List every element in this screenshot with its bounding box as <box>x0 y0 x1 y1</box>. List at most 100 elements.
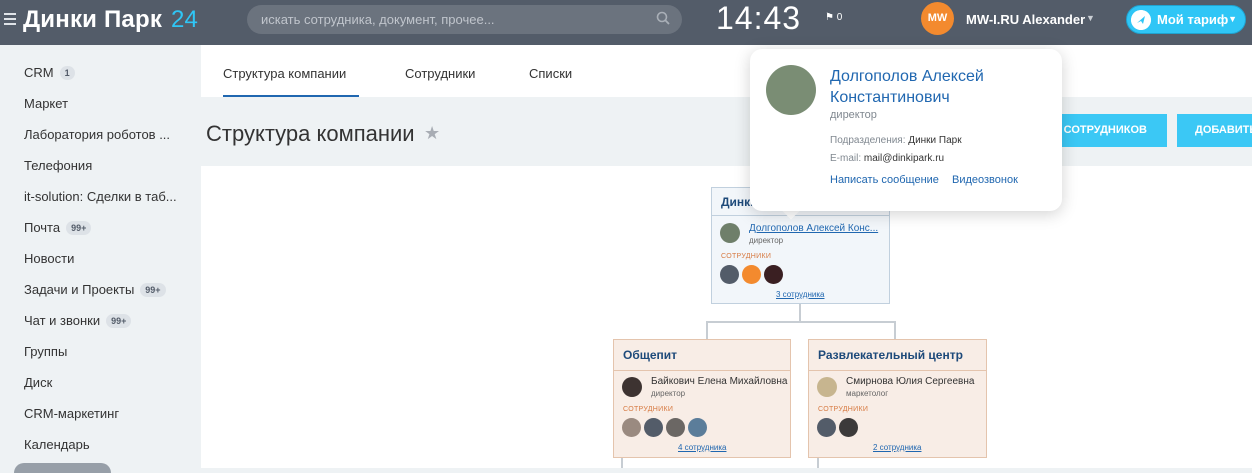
user-name[interactable]: MW-I.RU Alexander <box>966 12 1085 27</box>
sidebar: CRM 1 Маркет Лаборатория роботов ... Теле… <box>0 45 201 473</box>
sidebar-item-chat[interactable]: Чат и звонки 99+ <box>24 313 132 328</box>
head-role: маркетолог <box>846 389 889 398</box>
send-message-link[interactable]: Написать сообщение <box>830 174 939 186</box>
popup-department-row: Подразделения: Динки Парк <box>830 135 962 146</box>
popup-user-role: директор <box>830 109 877 121</box>
department-title[interactable]: Общепит <box>614 340 790 370</box>
flag-count: 0 <box>836 12 843 23</box>
email-label: E-mail: <box>830 153 862 164</box>
email-value[interactable]: mail@dinkipark.ru <box>864 153 944 164</box>
tariff-label: Мой тариф <box>1157 12 1229 27</box>
tab-company-structure[interactable]: Структура компании <box>223 66 346 81</box>
sidebar-item-disk[interactable]: Диск <box>24 375 52 390</box>
sidebar-item-label: Лаборатория роботов ... <box>24 127 171 142</box>
sidebar-item-calendar[interactable]: Календарь <box>24 437 90 452</box>
avatar[interactable] <box>766 65 816 115</box>
flag-counter[interactable]: ⚑ 0 <box>825 12 842 23</box>
sidebar-item-crm[interactable]: CRM 1 <box>24 65 75 80</box>
search-placeholder: искать сотрудника, документ, прочее... <box>261 12 495 27</box>
sidebar-item-tasks[interactable]: Задачи и Проекты 99+ <box>24 282 166 297</box>
divider <box>809 370 986 371</box>
staff-count-link[interactable]: 4 сотрудника <box>678 443 726 452</box>
sidebar-item-groups[interactable]: Группы <box>24 344 67 359</box>
head-role: директор <box>651 389 686 398</box>
logo[interactable]: Динки Парк 24 <box>23 6 198 34</box>
menu-icon[interactable] <box>4 13 16 25</box>
tariff-button[interactable]: Мой тариф ▼ <box>1126 5 1246 34</box>
department-label: Подразделения: <box>830 135 906 146</box>
divider <box>614 370 790 371</box>
star-icon[interactable]: ★ <box>424 123 440 144</box>
logo-name: Динки Парк <box>23 6 163 33</box>
active-tab-indicator <box>223 95 359 97</box>
head-name[interactable]: Смирнова Юлия Сергеевна <box>846 376 974 387</box>
connector-line <box>799 304 801 322</box>
sidebar-item-label: it-solution: Сделки в таб... <box>24 189 177 204</box>
top-bar: Динки Парк 24 искать сотрудника, докумен… <box>0 0 1252 45</box>
sidebar-item-label: CRM-маркетинг <box>24 406 120 421</box>
tab-employees[interactable]: Сотрудники <box>405 66 475 81</box>
avatar[interactable] <box>817 418 836 437</box>
avatar[interactable] <box>720 223 740 243</box>
sidebar-item-robots-lab[interactable]: Лаборатория роботов ... <box>24 127 170 142</box>
video-call-link[interactable]: Видеозвонок <box>952 174 1018 186</box>
staff-count-link[interactable]: 3 сотрудника <box>776 290 824 299</box>
clock[interactable]: 14:43 <box>716 0 801 37</box>
sidebar-item-telephony[interactable]: Телефония <box>24 158 92 173</box>
head-role: директор <box>749 236 784 245</box>
counter-badge: 99+ <box>106 314 132 328</box>
sidebar-item-label: Диск <box>24 375 53 390</box>
sidebar-item-news[interactable]: Новости <box>24 251 74 266</box>
staff-label: СОТРУДНИКИ <box>721 253 772 260</box>
org-card-catering[interactable]: Общепит Байкович Елена Михайловна директ… <box>613 339 791 458</box>
staff-count-link[interactable]: 2 сотрудника <box>873 443 921 452</box>
department-title[interactable]: Развлекательный центр <box>809 340 986 370</box>
tab-lists[interactable]: Списки <box>529 66 572 81</box>
tabs-bar: Структура компании Сотрудники Списки <box>201 45 1252 97</box>
avatar[interactable] <box>622 377 642 397</box>
sidebar-item-label: Задачи и Проекты <box>24 282 135 297</box>
sidebar-item-label: Маркет <box>24 96 69 111</box>
avatar[interactable] <box>622 418 641 437</box>
rocket-icon <box>1131 10 1151 30</box>
avatar[interactable] <box>688 418 707 437</box>
avatar[interactable] <box>742 265 761 284</box>
user-avatar[interactable]: MW <box>921 2 954 35</box>
avatar[interactable] <box>644 418 663 437</box>
sidebar-item-label: Чат и звонки <box>24 313 101 328</box>
department-value: Динки Парк <box>908 135 962 146</box>
sidebar-item-label: Группы <box>24 344 68 359</box>
sidebar-more-button[interactable] <box>14 463 111 473</box>
avatar[interactable] <box>817 377 837 397</box>
head-name[interactable]: Долгополов Алексей Конс... <box>749 223 878 234</box>
chevron-down-icon: ▼ <box>1228 14 1237 24</box>
avatar[interactable] <box>720 265 739 284</box>
popup-user-name[interactable]: Долгополов Алексей Константинович <box>830 66 1040 108</box>
sidebar-item-crm-marketing[interactable]: CRM-маркетинг <box>24 406 119 421</box>
sidebar-item-mail[interactable]: Почта 99+ <box>24 220 92 235</box>
search-icon[interactable] <box>656 11 670 25</box>
staff-label: СОТРУДНИКИ <box>623 406 674 413</box>
staff-label: СОТРУДНИКИ <box>818 406 869 413</box>
sidebar-item-label: CRM <box>24 65 54 80</box>
page-title: Структура компании <box>206 121 415 146</box>
connector-line <box>706 321 896 323</box>
avatar[interactable] <box>666 418 685 437</box>
add-button[interactable]: ДОБАВИТЬ <box>1177 114 1252 147</box>
head-name[interactable]: Байкович Елена Михайловна <box>651 376 787 387</box>
counter-badge: 99+ <box>66 221 92 235</box>
sidebar-item-market[interactable]: Маркет <box>24 96 68 111</box>
avatar[interactable] <box>839 418 858 437</box>
sidebar-item-label: Новости <box>24 251 75 266</box>
counter-badge: 1 <box>59 66 75 80</box>
sidebar-item-label: Почта <box>24 220 61 235</box>
avatar[interactable] <box>764 265 783 284</box>
user-popup: Долгополов Алексей Константинович директ… <box>750 49 1062 211</box>
connector-line <box>817 458 819 468</box>
org-card-entertainment[interactable]: Развлекательный центр Смирнова Юлия Серг… <box>808 339 987 458</box>
connector-line <box>706 321 708 340</box>
search-input[interactable]: искать сотрудника, документ, прочее... <box>247 5 682 34</box>
chevron-down-icon[interactable]: ▼ <box>1086 13 1095 23</box>
logo-number: 24 <box>170 6 199 33</box>
sidebar-item-it-solution[interactable]: it-solution: Сделки в таб... <box>24 189 177 204</box>
